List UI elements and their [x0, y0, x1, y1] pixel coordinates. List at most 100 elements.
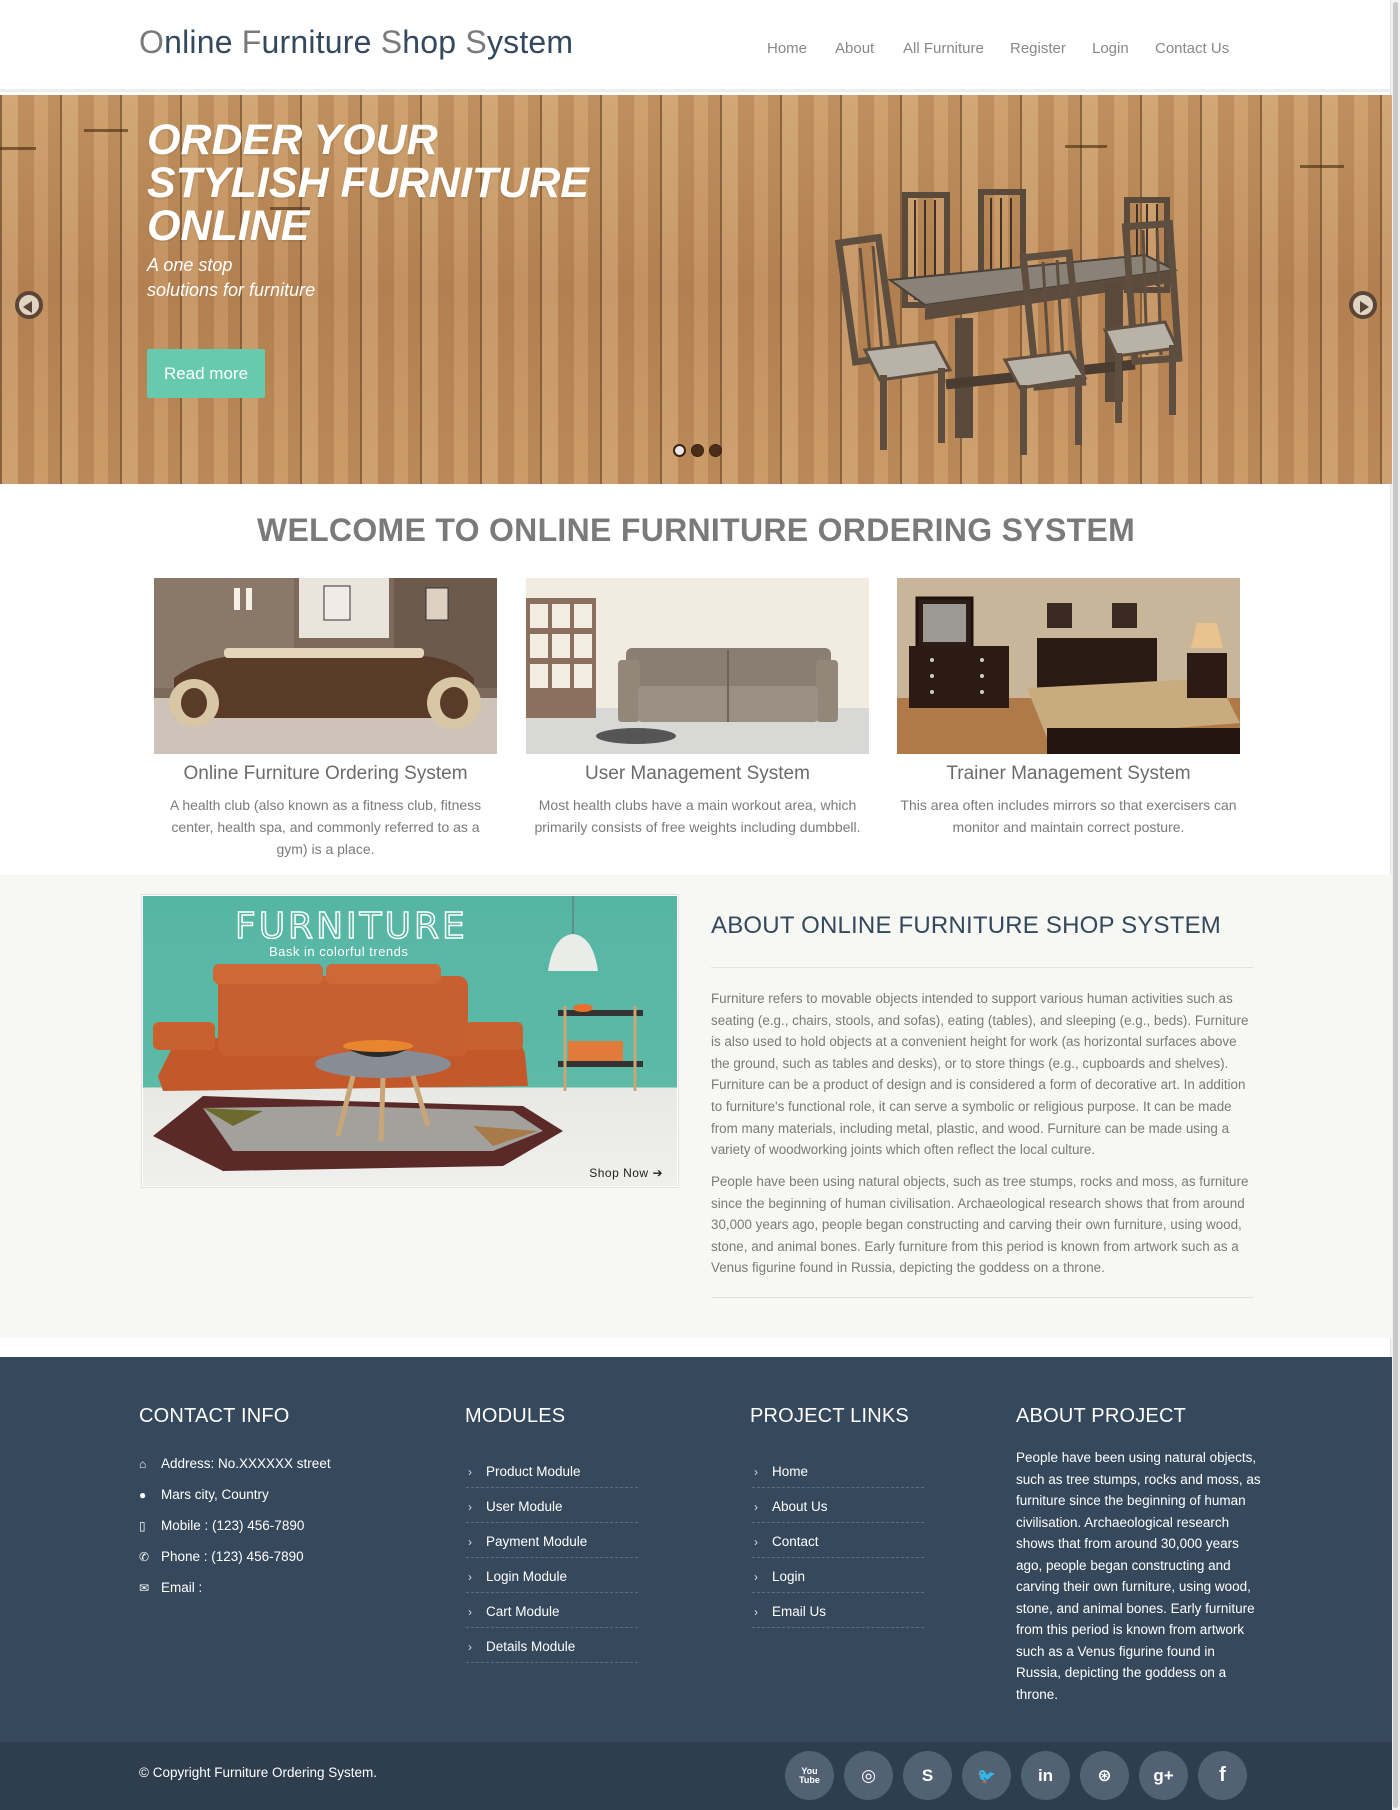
chevron-right-icon: › — [468, 1569, 472, 1584]
chevron-right-icon: › — [468, 1464, 472, 1479]
module-link[interactable]: › Cart Module — [466, 1593, 638, 1628]
social-links: You Tube ◎ S 🐦 in ⊛ g+ f — [785, 1751, 1247, 1800]
slider-dot-3[interactable] — [709, 444, 722, 457]
nav-login[interactable]: Login — [1092, 40, 1129, 57]
project-links-heading: PROJECT LINKS — [750, 1405, 909, 1427]
nav-about[interactable]: About — [835, 40, 874, 57]
feature-title: User Management System — [585, 763, 810, 784]
slider-next-arrow-icon[interactable] — [1349, 291, 1377, 319]
wood-detail — [84, 129, 128, 132]
modules-heading: MODULES — [465, 1405, 566, 1427]
site-footer: CONTACT INFO ⌂ Address: No.XXXXXX street … — [0, 1357, 1392, 1742]
contact-email: ✉ Email : — [139, 1580, 203, 1595]
bedroom-illustration — [897, 578, 1240, 754]
divider — [711, 967, 1253, 968]
wood-detail — [1300, 165, 1344, 168]
logo-word: Online — [139, 24, 242, 60]
dribbble-icon[interactable]: ⊛ — [1080, 1751, 1129, 1800]
hero-subtitle: A one stop solutions for furniture — [147, 255, 316, 300]
about-paragraph: People have been using natural objects, … — [711, 1174, 1249, 1276]
feature-card: User Management System Most health clubs… — [526, 578, 869, 838]
logo-word: Shop — [380, 24, 466, 60]
wood-detail — [0, 147, 36, 150]
slider-prev-arrow-icon[interactable] — [15, 291, 43, 319]
nav-all-furniture[interactable]: All Furniture — [903, 40, 984, 57]
github-icon[interactable]: ◎ — [844, 1751, 893, 1800]
sectional-sofa-image[interactable] — [154, 578, 497, 754]
linkedin-icon[interactable]: in — [1021, 1751, 1070, 1800]
project-link-email[interactable]: › Email Us — [752, 1593, 924, 1628]
scrollbar-thumb[interactable] — [1393, 2, 1398, 1808]
welcome-heading: WELCOME TO ONLINE FURNITURE ORDERING SYS… — [256, 512, 1136, 548]
about-project-text: People have been using natural objects, … — [1016, 1450, 1261, 1702]
module-link[interactable]: › Details Module — [466, 1628, 638, 1663]
module-link[interactable]: › Login Module — [466, 1558, 638, 1593]
chevron-right-icon: › — [468, 1639, 472, 1654]
project-link-contact[interactable]: › Contact — [752, 1523, 924, 1558]
nav-home[interactable]: Home — [767, 40, 807, 57]
about-project-heading: ABOUT PROJECT — [1016, 1405, 1187, 1427]
globe-icon: ● — [139, 1487, 147, 1502]
about-heading: ABOUT ONLINE FURNITURE SHOP SYSTEM — [711, 912, 1221, 939]
slider-pagination — [673, 444, 722, 457]
banner-subtitle: Bask in colorful trends — [269, 944, 409, 959]
google-plus-icon[interactable]: g+ — [1139, 1751, 1188, 1800]
hero-title: ORDER YOUR STYLISH FURNITURE ONLINE — [147, 116, 589, 250]
module-link[interactable]: › Product Module — [466, 1453, 638, 1488]
shop-now-link[interactable]: Shop Now ➔ — [589, 1166, 663, 1180]
bedroom-image[interactable] — [897, 578, 1240, 754]
hero-slider: ORDER YOUR STYLISH FURNITURE ONLINE A on… — [0, 95, 1392, 484]
contact-info-list: ⌂ Address: No.XXXXXX street ● Mars city, C… — [139, 1448, 331, 1603]
arrow-right-circle-icon: ➔ — [652, 1166, 663, 1180]
sectional-sofa-illustration — [154, 578, 497, 754]
banner-image: FURNITURE Bask in colorful trends Shop N… — [143, 896, 677, 1186]
feature-card: Trainer Management System This area ofte… — [897, 578, 1240, 838]
mobile-icon: ▯ — [139, 1518, 146, 1533]
chevron-right-icon: › — [754, 1534, 758, 1549]
feature-text: This area often includes mirrors so that… — [900, 797, 1237, 835]
read-more-button[interactable]: Read more — [147, 349, 265, 398]
dining-set-image — [835, 189, 1183, 455]
wood-detail — [1065, 145, 1107, 148]
logo-word: Furniture — [241, 24, 381, 60]
chevron-right-icon: › — [754, 1604, 758, 1619]
chevron-right-icon: › — [468, 1534, 472, 1549]
project-link-login[interactable]: › Login — [752, 1558, 924, 1593]
contact-city: ● Mars city, Country — [139, 1487, 269, 1502]
phone-icon: ✆ — [139, 1549, 150, 1564]
nav-contact-us[interactable]: Contact Us — [1155, 40, 1229, 57]
about-section: FURNITURE Bask in colorful trends Shop N… — [0, 875, 1392, 1338]
logo-word: System — [465, 24, 574, 60]
youtube-icon[interactable]: You Tube — [785, 1751, 834, 1800]
chairs-front — [835, 219, 1183, 455]
feature-title: Online Furniture Ordering System — [183, 763, 468, 784]
project-link-about[interactable]: › About Us — [752, 1488, 924, 1523]
feature-title: Trainer Management System — [946, 763, 1191, 784]
module-link[interactable]: › Payment Module — [466, 1523, 638, 1558]
about-paragraph: Furniture refers to movable objects inte… — [711, 991, 1249, 1158]
furniture-banner[interactable]: FURNITURE Bask in colorful trends Shop N… — [141, 894, 679, 1188]
chevron-right-icon: › — [468, 1604, 472, 1619]
module-link[interactable]: › User Module — [466, 1488, 638, 1523]
project-links-list: › Home › About Us › Contact › Login › Email U… — [752, 1453, 924, 1628]
twitter-icon[interactable]: 🐦 — [962, 1751, 1011, 1800]
facebook-icon[interactable]: f — [1198, 1751, 1247, 1800]
sofa-image[interactable] — [526, 578, 869, 754]
contact-info-heading: CONTACT INFO — [139, 1405, 290, 1427]
feature-text: A health club (also known as a fitness c… — [169, 797, 482, 857]
copyright-text: © Copyright Furniture Ordering System. — [139, 1765, 378, 1780]
slider-dot-2[interactable] — [691, 444, 704, 457]
nav-register[interactable]: Register — [1010, 40, 1066, 57]
chevron-right-icon: › — [754, 1499, 758, 1514]
skype-icon[interactable]: S — [903, 1751, 952, 1800]
site-logo[interactable]: Online Furniture Shop System — [139, 24, 573, 61]
slider-dot-1[interactable] — [673, 444, 686, 457]
project-link-home[interactable]: › Home — [752, 1453, 924, 1488]
envelope-icon: ✉ — [139, 1580, 150, 1595]
modules-list: › Product Module › User Module › Payment Mo… — [466, 1453, 638, 1663]
feature-card: Online Furniture Ordering System A healt… — [154, 578, 497, 860]
sofa-illustration — [526, 578, 869, 754]
contact-phone: ✆ Phone : (123) 456-7890 — [139, 1549, 304, 1564]
home-icon: ⌂ — [139, 1456, 147, 1471]
banner-title: FURNITURE — [234, 905, 468, 948]
